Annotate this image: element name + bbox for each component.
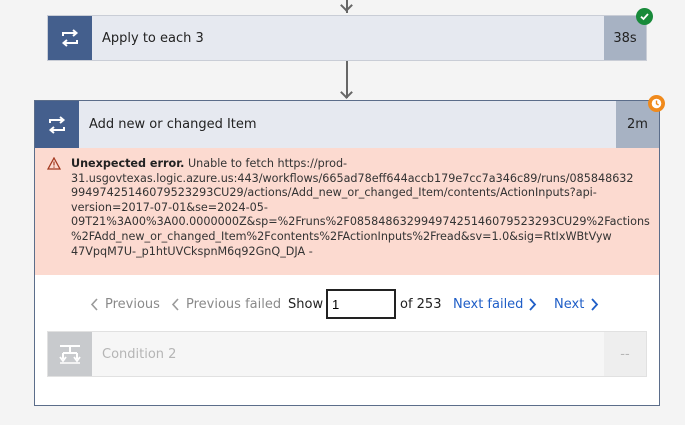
next-button[interactable]: Next xyxy=(554,287,599,321)
condition-title: Condition 2 xyxy=(102,346,177,362)
condition-icon xyxy=(48,332,92,376)
error-line-3: 99497425146079523293CU29/actions/Add_new… xyxy=(71,186,597,200)
previous-button[interactable]: Previous xyxy=(90,287,160,321)
condition-duration: -- xyxy=(604,332,646,376)
previous-failed-button[interactable]: Previous failed xyxy=(171,287,281,321)
apply-to-each-title: Apply to each 3 xyxy=(102,30,204,46)
error-line-7: 47VpqM7U-_p1htUVCkspnM6q92GnQ_DJA - xyxy=(71,244,313,258)
add-item-action-panel: Add new or changed Item 2m Unexpected er… xyxy=(34,100,660,406)
error-line-2: 31.usgovtexas.logic.azure.us:443/workflo… xyxy=(71,171,634,185)
condition-2-step[interactable]: Condition 2 -- xyxy=(47,331,647,377)
error-line-5: 09T21%3A00%3A00.0000000Z&sp=%2Fruns%2F08… xyxy=(71,215,650,229)
top-connector-arrow xyxy=(340,0,353,12)
iteration-pager: Previous Previous failed Show of 253 Nex… xyxy=(35,287,659,321)
add-item-title: Add new or changed Item xyxy=(89,117,257,132)
previous-failed-label: Previous failed xyxy=(186,296,282,312)
page-input-wrap xyxy=(326,287,396,321)
page-number-input[interactable] xyxy=(326,289,396,319)
page-total: of 253 xyxy=(400,296,442,312)
show-label: Show xyxy=(288,296,324,312)
running-clock-icon xyxy=(648,95,665,112)
error-line-1: Unexpected error. Unable to fetch https:… xyxy=(71,157,645,172)
loop-icon xyxy=(48,16,92,60)
success-check-icon xyxy=(636,8,653,25)
error-heading: Unexpected error. xyxy=(71,157,185,170)
chevron-right-icon xyxy=(591,297,599,311)
chevron-right-icon xyxy=(529,297,537,311)
chevron-left-icon xyxy=(171,297,179,311)
next-failed-label: Next failed xyxy=(453,296,524,312)
previous-label: Previous xyxy=(105,296,160,312)
apply-to-each-step[interactable]: Apply to each 3 38s xyxy=(47,15,647,61)
error-line-6: %2FAdd_new_or_changed_Item%2Fcontents%2F… xyxy=(71,229,612,243)
add-item-action-header[interactable]: Add new or changed Item 2m xyxy=(35,101,659,148)
error-message-box: Unexpected error. Unable to fetch https:… xyxy=(35,148,659,275)
next-label: Next xyxy=(554,296,585,312)
error-text: Unable to fetch https://prod- xyxy=(184,157,348,170)
chevron-left-icon xyxy=(90,297,98,311)
middle-connector-arrow xyxy=(340,86,353,99)
next-failed-button[interactable]: Next failed xyxy=(453,287,537,321)
warning-icon xyxy=(46,156,62,175)
loop-icon xyxy=(35,101,79,148)
error-line-4: version=2017-07-01&se=2024-05- xyxy=(71,200,268,214)
